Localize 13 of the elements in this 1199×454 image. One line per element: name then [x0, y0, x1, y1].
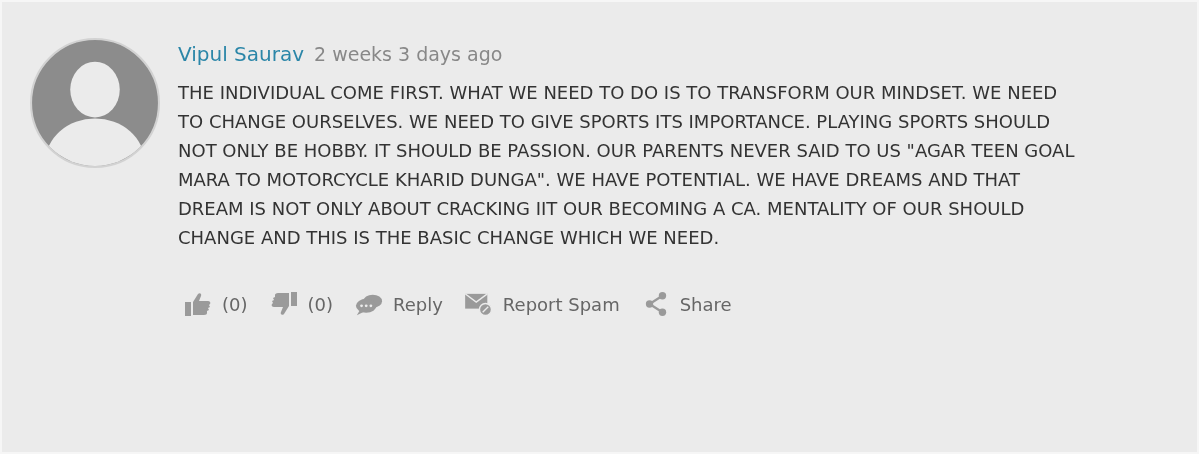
envelope-icon: [464, 292, 493, 316]
speech-bubbles-icon: [355, 292, 383, 316]
comment-text: THE INDIVIDUAL COME FIRST. WHAT WE NEED TO DO IS TO TRANSFORM OUR MINDSET. WE NEED TO CHANGE OURSELVES. WE NEED TO GIVE SPORTS ITS IMPORTANCE. PLAYING SPORTS SHOULD NOT ONLY BE HOBBY. IT SHOULD BE PASSION. OUR PARENTS NEVER SAID TO US "AGAR TEEN GOAL MARA TO MOTORCYCLE KHARID DUNGA". WE HAVE POTENTIAL. WE HAVE DREAMS AND THAT DREAM IS NOT ONLY ABOUT CRACKING IIT OUR BECOMING A CA. MENTALITY OF OUR SHOULD CHANGE AND THIS IS THE BASIC CHANGE WHICH WE NEED.: [178, 81, 1076, 250]
report-spam-button[interactable]: Report Spam: [464, 292, 620, 316]
reply-button[interactable]: Reply: [355, 292, 443, 316]
like-button[interactable]: (0): [184, 292, 248, 316]
avatar-icon: [30, 38, 160, 168]
thumbs-down-icon: [269, 292, 298, 316]
dislike-button[interactable]: (0): [269, 292, 333, 316]
author-name[interactable]: Vipul Saurav: [178, 42, 305, 66]
timestamp: 2 weeks 3 days ago: [314, 43, 503, 65]
thumbs-up-icon: [184, 292, 212, 316]
share-button[interactable]: Share: [641, 292, 732, 316]
